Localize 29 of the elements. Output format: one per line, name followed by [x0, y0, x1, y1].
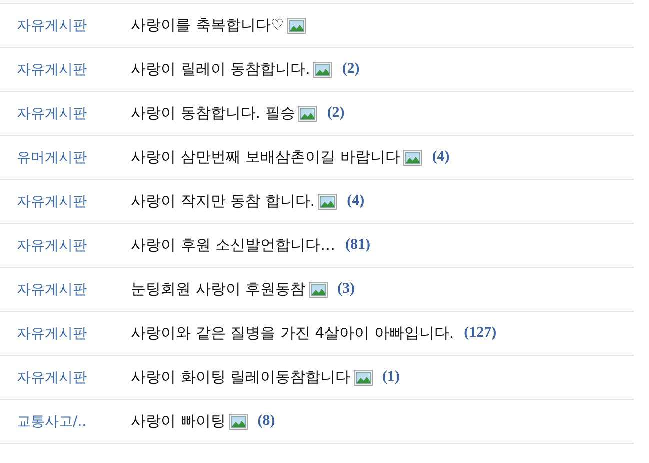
- comment-count: (127): [464, 325, 497, 342]
- comment-count: (2): [342, 61, 360, 78]
- post-title-link[interactable]: 사랑이 빠이팅: [131, 412, 226, 431]
- board-link[interactable]: 자유게시판: [0, 104, 131, 122]
- comment-count: (4): [347, 193, 365, 210]
- board-link[interactable]: 자유게시판: [0, 280, 131, 298]
- comment-count: (4): [432, 149, 450, 166]
- post-title-link[interactable]: 눈팅회원 사랑이 후원동참: [131, 280, 306, 299]
- comment-count: (8): [258, 413, 276, 430]
- comment-count: (81): [346, 237, 371, 254]
- board-link[interactable]: 자유게시판: [0, 16, 131, 34]
- comment-count: (1): [382, 369, 400, 386]
- comment-count: (2): [327, 105, 345, 122]
- board-link[interactable]: 자유게시판: [0, 368, 131, 386]
- post-title-link[interactable]: 사랑이와 같은 질병을 가진 4살아이 아빠입니다.: [131, 324, 454, 343]
- post-title-link[interactable]: 사랑이를 축복합니다♡: [131, 16, 284, 35]
- post-title-link[interactable]: 사랑이 화이팅 릴레이동참합니다: [131, 368, 351, 387]
- board-link[interactable]: 유머게시판: [0, 148, 131, 166]
- post-title-link[interactable]: 사랑이 릴레이 동참합니다.: [131, 60, 310, 79]
- post-title-link[interactable]: 사랑이 후원 소신발언합니다…: [131, 236, 336, 255]
- board-link[interactable]: 자유게시판: [0, 236, 131, 254]
- board-link[interactable]: 자유게시판: [0, 192, 131, 210]
- board-link[interactable]: 교통사고/..: [0, 412, 131, 430]
- post-title-link[interactable]: 사랑이 작지만 동참 합니다.: [131, 192, 316, 211]
- board-link[interactable]: 자유게시판: [0, 324, 131, 342]
- post-title-link[interactable]: 사랑이 동참합니다. 필승: [131, 104, 296, 123]
- comment-count: (3): [338, 281, 356, 298]
- board-link[interactable]: 자유게시판: [0, 60, 131, 78]
- post-title-link[interactable]: 사랑이 삼만번째 보배삼촌이길 바랍니다: [131, 148, 400, 167]
